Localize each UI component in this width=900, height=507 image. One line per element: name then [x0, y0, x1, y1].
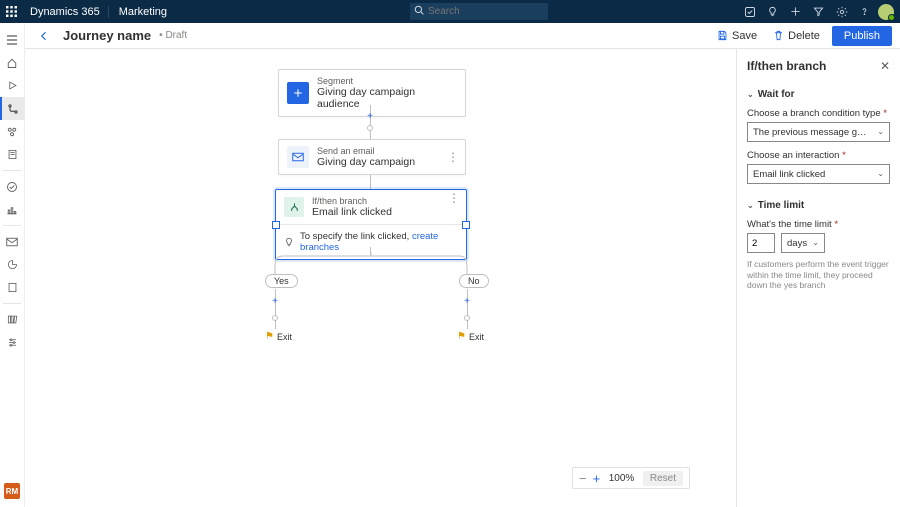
pane-title: If/then branch — [747, 59, 826, 73]
ifthen-hint: To specify the link clicked, create bran… — [300, 231, 458, 253]
add-icon[interactable] — [784, 0, 807, 23]
exit-flag-icon: ⚑ — [457, 331, 466, 342]
journey-node-ifthen[interactable]: ⋮ If/then branch Email link clicked To s… — [275, 189, 467, 260]
add-node-yes-button[interactable]: + — [269, 295, 281, 307]
section-timelimit: Time limit — [758, 200, 805, 211]
email-node-label: Send an email — [317, 146, 415, 156]
settings-icon[interactable] — [830, 0, 853, 23]
nav-collapse-icon[interactable] — [0, 28, 25, 51]
save-button[interactable]: Save — [709, 23, 765, 48]
nav-journeys-icon[interactable] — [0, 97, 25, 120]
exit-no-label: Exit — [469, 332, 484, 342]
app-launcher-icon[interactable] — [0, 1, 22, 23]
ifthen-node-value: Email link clicked — [312, 206, 392, 218]
publish-button[interactable]: Publish — [832, 26, 892, 46]
nav-segments-icon[interactable] — [0, 120, 25, 143]
journey-node-email[interactable]: Send an email Giving day campaign ⋮ — [278, 139, 466, 175]
nav-forms-icon[interactable] — [0, 143, 25, 166]
nav-library-icon[interactable] — [0, 308, 25, 331]
command-bar: Journey name • Draft Save Delete Publish — [25, 23, 900, 49]
user-avatar[interactable] — [878, 4, 894, 20]
chevron-down-icon: ⌄ — [812, 238, 819, 247]
close-pane-button[interactable]: ✕ — [880, 59, 890, 73]
header-actions — [738, 0, 900, 23]
save-icon — [717, 30, 728, 41]
add-node-button[interactable]: + — [364, 110, 376, 122]
left-nav: RM — [0, 24, 25, 507]
section-waitfor: Wait for — [758, 89, 795, 100]
chevron-down-icon[interactable]: ⌄ — [747, 90, 754, 99]
timelimit-label: What's the time limit — [747, 219, 832, 230]
nav-pages-icon[interactable] — [0, 276, 25, 299]
zoom-in-button[interactable]: + — [593, 472, 601, 485]
segment-icon — [287, 82, 309, 104]
save-label: Save — [732, 30, 757, 42]
add-node-no-button[interactable]: + — [461, 295, 473, 307]
timelimit-help: If customers perform the event trigger w… — [747, 259, 890, 291]
chevron-down-icon: ⌄ — [877, 127, 884, 136]
nav-activity-icon[interactable] — [0, 175, 25, 198]
node-more-icon[interactable]: ⋮ — [448, 196, 460, 200]
delete-label: Delete — [788, 30, 820, 42]
nav-email-icon[interactable] — [0, 230, 25, 253]
segment-node-label: Segment — [317, 76, 457, 86]
zoom-value: 100% — [606, 473, 637, 484]
branch-yes-pill[interactable]: Yes — [265, 274, 298, 288]
zoom-out-button[interactable]: − — [579, 472, 587, 485]
exit-yes-label: Exit — [277, 332, 292, 342]
exit-flag-icon: ⚑ — [265, 331, 274, 342]
lightbulb-hint-icon — [284, 237, 294, 247]
delete-icon — [773, 30, 784, 41]
nav-settings-nav-icon[interactable] — [0, 331, 25, 354]
ifthen-node-label: If/then branch — [312, 196, 392, 206]
delete-button[interactable]: Delete — [765, 23, 828, 48]
zoom-reset-button[interactable]: Reset — [643, 471, 683, 486]
chevron-down-icon: ⌄ — [877, 169, 884, 178]
filter-icon[interactable] — [807, 0, 830, 23]
global-search[interactable] — [410, 3, 548, 20]
branch-no-pill[interactable]: No — [459, 274, 489, 288]
cond-type-select[interactable]: The previous message gets an interaction… — [747, 122, 890, 142]
cond-type-label: Choose a branch condition type — [747, 108, 881, 119]
app-area: Marketing — [108, 6, 167, 18]
interaction-select[interactable]: Email link clicked ⌄ — [747, 164, 890, 184]
timelimit-unit-select[interactable]: days ⌄ — [781, 233, 825, 253]
page-title: Journey name — [63, 28, 151, 43]
nav-lists-icon[interactable] — [0, 253, 25, 276]
nav-analytics-icon[interactable] — [0, 198, 25, 221]
record-status: • Draft — [159, 30, 187, 41]
segment-node-value: Giving day campaign audience — [317, 86, 457, 110]
back-button[interactable] — [33, 25, 55, 47]
help-icon[interactable] — [853, 0, 876, 23]
chevron-down-icon[interactable]: ⌄ — [747, 201, 754, 210]
product-name: Dynamics 365 — [22, 6, 108, 18]
search-input[interactable] — [410, 3, 548, 20]
lightbulb-icon[interactable] — [761, 0, 784, 23]
search-icon — [414, 5, 424, 15]
zoom-control: − + 100% Reset — [572, 467, 690, 489]
nav-play-icon[interactable] — [0, 74, 25, 97]
email-icon — [287, 146, 309, 168]
global-header: Dynamics 365 Marketing — [0, 0, 900, 23]
nav-home-icon[interactable] — [0, 51, 25, 74]
timelimit-value-input[interactable] — [747, 233, 775, 253]
org-badge[interactable]: RM — [4, 483, 20, 499]
email-node-value: Giving day campaign — [317, 156, 415, 168]
property-pane: If/then branch ✕ ⌄ Wait for Choose a bran… — [736, 49, 900, 507]
journey-canvas[interactable]: Segment Giving day campaign audience + S… — [25, 49, 736, 507]
branch-icon — [284, 197, 304, 217]
node-more-icon[interactable]: ⋮ — [447, 150, 459, 164]
interaction-label: Choose an interaction — [747, 150, 839, 161]
assistant-icon[interactable] — [738, 0, 761, 23]
